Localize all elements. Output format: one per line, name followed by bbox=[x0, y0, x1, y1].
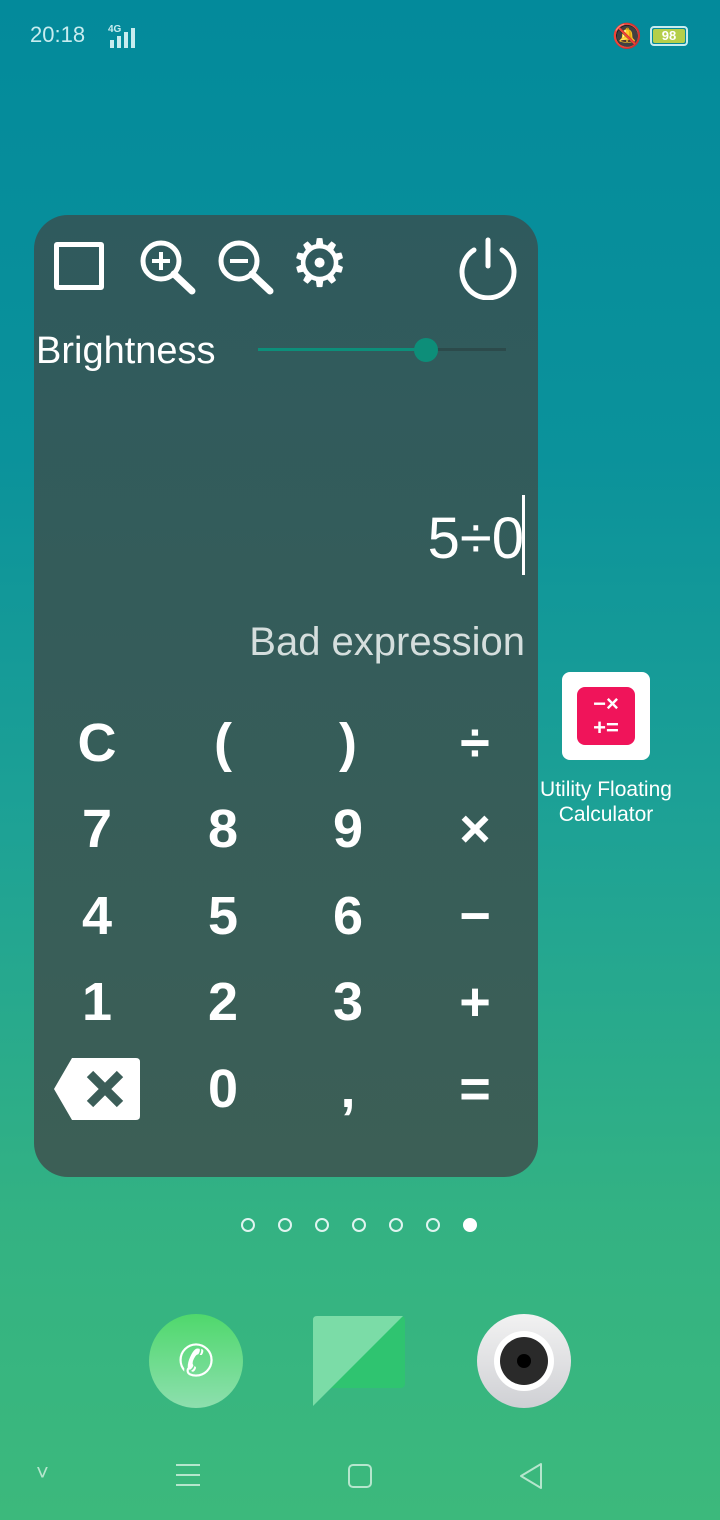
app-label[interactable]: Utility Floating Calculator bbox=[530, 777, 682, 827]
brightness-slider-thumb[interactable] bbox=[414, 338, 438, 362]
files-app-icon[interactable] bbox=[313, 1316, 405, 1408]
key-plus[interactable]: + bbox=[420, 962, 530, 1042]
backspace-button[interactable] bbox=[42, 1049, 152, 1129]
nav-menu-icon[interactable] bbox=[176, 1464, 200, 1486]
zoom-out-icon[interactable] bbox=[214, 236, 276, 296]
key-7[interactable]: 7 bbox=[42, 789, 152, 869]
key-equals[interactable]: = bbox=[420, 1049, 530, 1129]
app-icon-utility-floating-calculator[interactable]: −× += bbox=[562, 672, 650, 760]
brightness-slider[interactable] bbox=[258, 348, 506, 351]
key-2[interactable]: 2 bbox=[168, 962, 278, 1042]
key-0[interactable]: 0 bbox=[168, 1049, 278, 1129]
window-mode-icon[interactable] bbox=[54, 242, 104, 290]
signal-icon bbox=[110, 26, 135, 48]
key-divide[interactable]: ÷ bbox=[420, 703, 530, 783]
battery-icon: 98 bbox=[650, 26, 688, 46]
battery-level: 98 bbox=[653, 29, 685, 43]
key-comma[interactable]: , bbox=[293, 1049, 403, 1129]
key-8[interactable]: 8 bbox=[168, 789, 278, 869]
key-9[interactable]: 9 bbox=[293, 789, 403, 869]
zoom-in-icon[interactable] bbox=[136, 236, 198, 296]
key-clear[interactable]: C bbox=[42, 703, 152, 783]
key-close-paren[interactable]: ) bbox=[293, 703, 403, 783]
key-1[interactable]: 1 bbox=[42, 962, 152, 1042]
phone-app-icon[interactable]: ✆ bbox=[149, 1314, 243, 1408]
key-6[interactable]: 6 bbox=[293, 876, 403, 956]
calculator-icon: −× += bbox=[577, 687, 635, 745]
vibrate-mute-icon: 🔕 bbox=[612, 23, 642, 50]
nav-back-icon[interactable] bbox=[518, 1462, 544, 1490]
key-5[interactable]: 5 bbox=[168, 876, 278, 956]
backspace-icon bbox=[54, 1058, 140, 1120]
text-cursor bbox=[522, 495, 525, 575]
key-minus[interactable]: − bbox=[420, 876, 530, 956]
key-4[interactable]: 4 bbox=[42, 876, 152, 956]
result-display: Bad expression bbox=[249, 620, 525, 664]
nav-home-icon[interactable] bbox=[348, 1464, 372, 1488]
key-open-paren[interactable]: ( bbox=[168, 703, 278, 783]
power-icon[interactable] bbox=[456, 236, 520, 300]
nav-collapse-icon[interactable]: ˅ bbox=[36, 1460, 49, 1486]
camera-app-icon[interactable] bbox=[477, 1314, 571, 1408]
key-multiply[interactable]: × bbox=[420, 789, 530, 869]
page-indicator bbox=[241, 1218, 477, 1232]
key-3[interactable]: 3 bbox=[293, 962, 403, 1042]
settings-icon[interactable]: ⚙ bbox=[290, 228, 349, 298]
brightness-label: Brightness bbox=[36, 330, 216, 372]
expression-display[interactable]: 5÷0 bbox=[428, 505, 524, 572]
status-time: 20:18 bbox=[30, 22, 86, 47]
